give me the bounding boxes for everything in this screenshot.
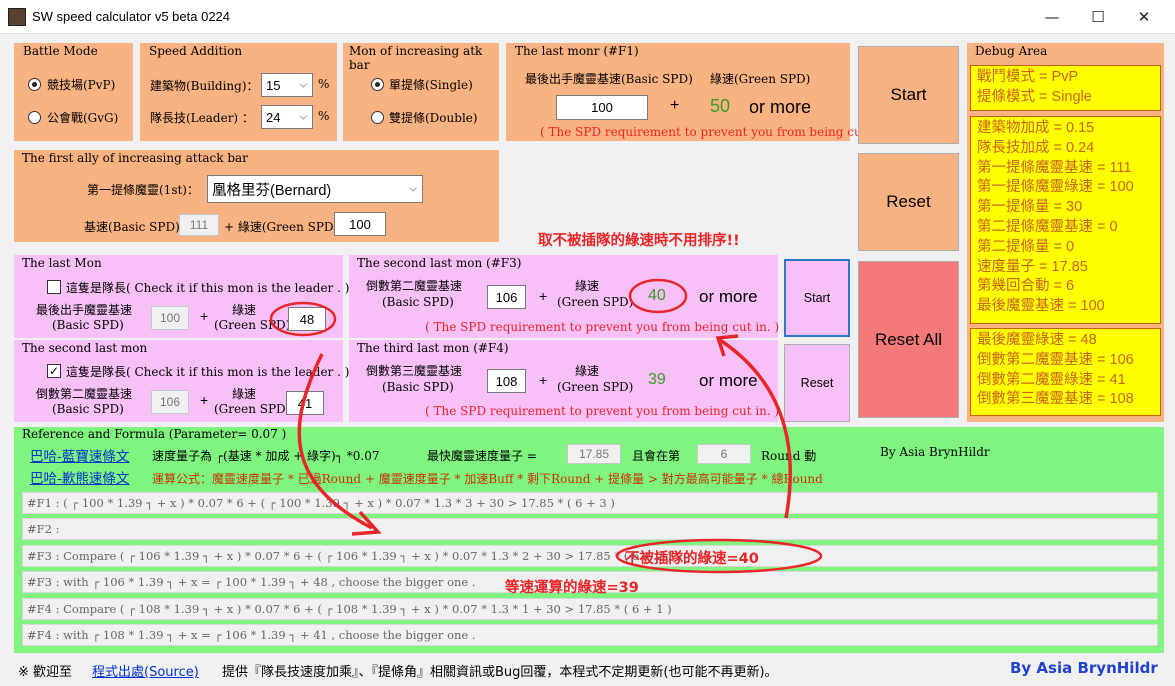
source-link[interactable]: 程式出處(Source) <box>92 661 199 680</box>
footer-text: 提供『隊長技速度加乘』、『提條角』相關資訊或Bug回覆，本程式不定期更新(也可能… <box>222 665 778 680</box>
arrow-up-path <box>719 338 793 519</box>
not-cut-in-annotation: 不被插隊的綠速=40 <box>625 551 759 567</box>
footer-prefix: ※ 歡迎至 <box>18 665 73 680</box>
highlight-circle <box>628 278 688 314</box>
equal-speed-annotation: 等速運算的綠速=39 <box>505 580 639 596</box>
footer-author: By Asia BrynHildr <box>1010 659 1158 677</box>
highlight-circle <box>269 301 337 337</box>
arrow-down-path <box>297 353 373 530</box>
